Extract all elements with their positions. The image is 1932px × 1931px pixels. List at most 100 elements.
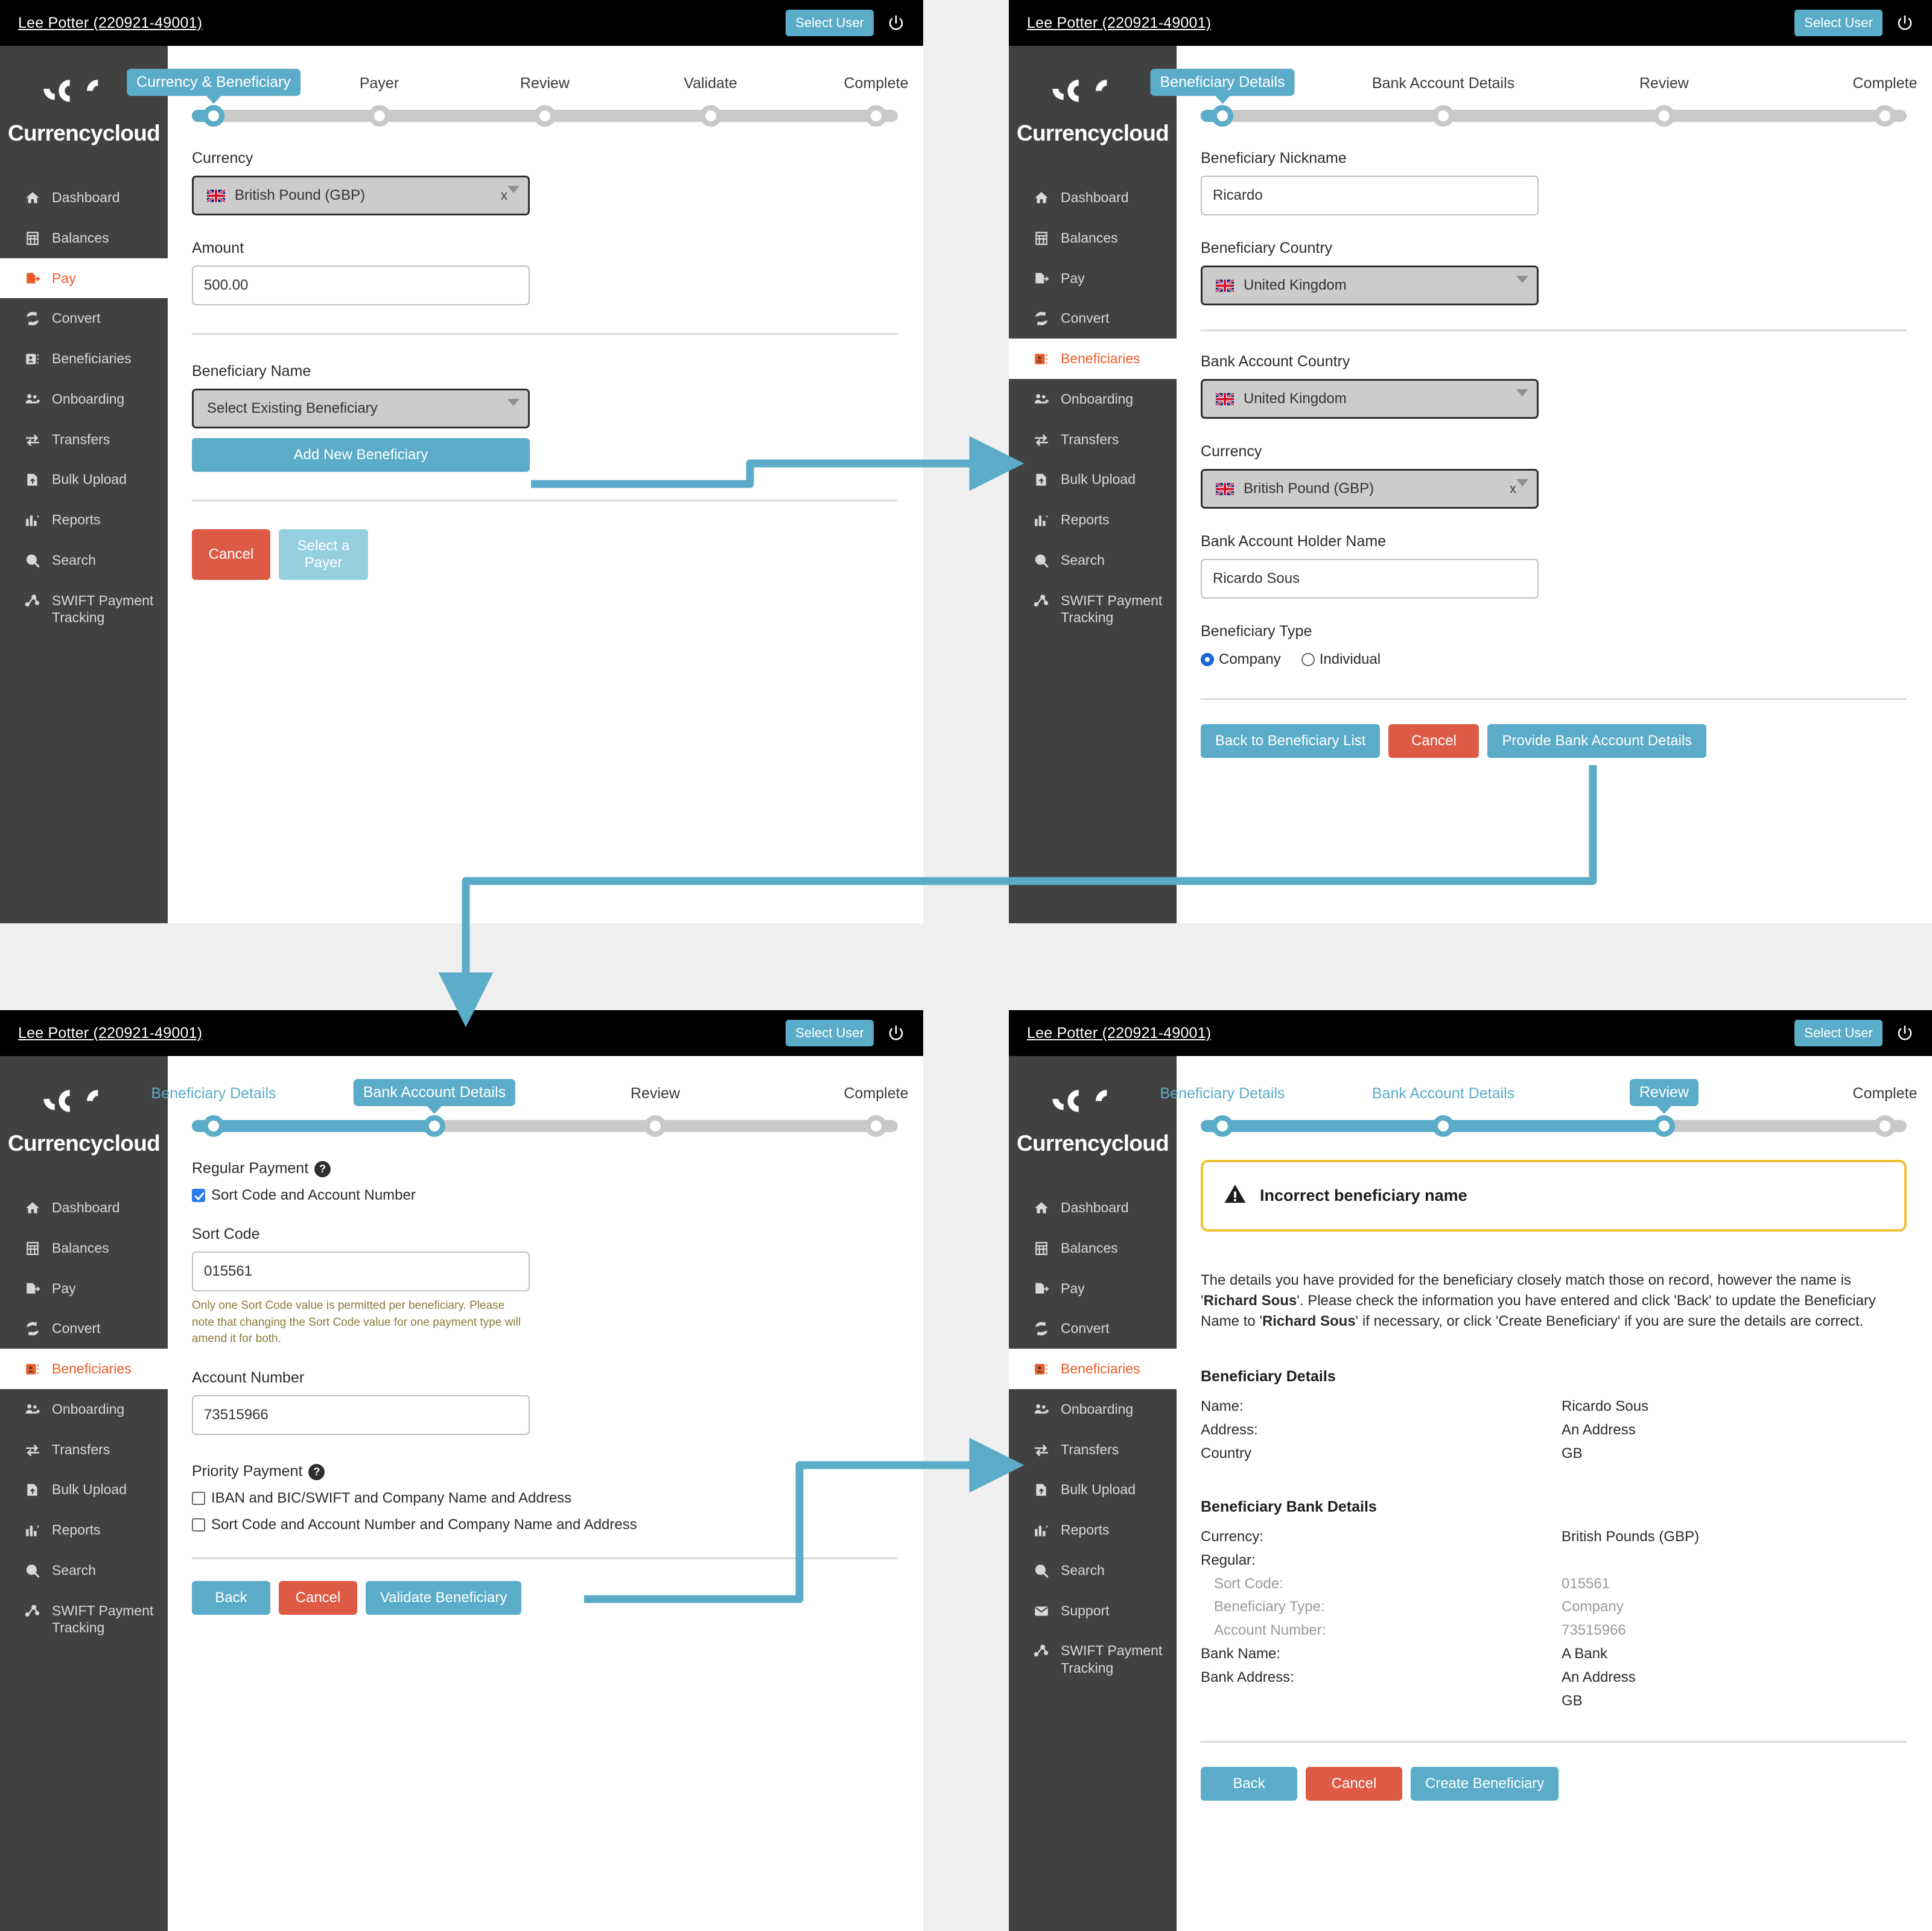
step-review[interactable]: Review xyxy=(1630,1079,1698,1106)
select-payer-button[interactable]: Select a Payer xyxy=(279,529,368,580)
step-knob[interactable] xyxy=(1653,1115,1675,1137)
radio-individual[interactable]: Individual xyxy=(1301,651,1381,668)
step-knob[interactable] xyxy=(1432,105,1454,127)
sidebar-item-beneficiaries[interactable]: Beneficiaries xyxy=(0,339,168,379)
sidebar-item-pay[interactable]: Pay xyxy=(1009,1268,1177,1309)
step-knob[interactable] xyxy=(865,1115,887,1137)
user-account-link[interactable]: Lee Potter (220921-49001) xyxy=(1027,14,1211,32)
sidebar-item-transfers[interactable]: Transfers xyxy=(0,419,168,460)
step-review[interactable]: Review xyxy=(520,75,570,92)
radio-individual-input[interactable] xyxy=(1301,653,1315,666)
bank-account-holder-input[interactable]: Ricardo Sous xyxy=(1201,559,1539,599)
sidebar-item-onboarding[interactable]: Onboarding xyxy=(1009,1389,1177,1430)
step-knob[interactable] xyxy=(699,105,722,127)
step-validate[interactable]: Validate xyxy=(684,75,737,92)
step-review[interactable]: Review xyxy=(631,1085,680,1102)
sidebar-item-search[interactable]: Search xyxy=(0,540,168,581)
sidebar-item-transfers[interactable]: Transfers xyxy=(0,1430,168,1470)
sort-code-account-number-checkbox[interactable] xyxy=(192,1189,205,1202)
sidebar-item-reports[interactable]: Reports xyxy=(1009,1510,1177,1550)
back-button[interactable]: Back xyxy=(192,1580,270,1615)
nickname-input[interactable]: Ricardo xyxy=(1201,176,1539,215)
step-knob[interactable] xyxy=(203,1115,224,1137)
sidebar-item-beneficiaries[interactable]: Beneficiaries xyxy=(1009,339,1177,379)
sidebar-item-search[interactable]: Search xyxy=(1009,540,1177,581)
sidebar-item-reports[interactable]: Reports xyxy=(1009,500,1177,540)
sidebar-item-dashboard[interactable]: Dashboard xyxy=(1009,1188,1177,1228)
bank-account-country-select[interactable]: United Kingdom xyxy=(1201,379,1539,419)
select-user-button[interactable]: Select User xyxy=(1794,1020,1883,1046)
cancel-button[interactable]: Cancel xyxy=(279,1580,357,1615)
sidebar-item-beneficiaries[interactable]: Beneficiaries xyxy=(1009,1349,1177,1389)
sidebar-item-search[interactable]: Search xyxy=(1009,1550,1177,1591)
sidebar-item-swift-payment-tracking[interactable]: SWIFT Payment Tracking xyxy=(0,581,168,638)
radio-company-input[interactable] xyxy=(1201,653,1214,666)
sidebar-item-dashboard[interactable]: Dashboard xyxy=(0,177,168,218)
iban-bic-swift-checkbox[interactable] xyxy=(192,1491,205,1505)
sidebar-item-reports[interactable]: Reports xyxy=(0,500,168,540)
step-bank-account-details[interactable]: Bank Account Details xyxy=(1372,75,1514,92)
step-knob[interactable] xyxy=(534,105,556,127)
step-knob[interactable] xyxy=(203,105,224,127)
sidebar-item-pay[interactable]: Pay xyxy=(0,1268,168,1309)
sidebar-item-search[interactable]: Search xyxy=(0,1550,168,1591)
currency-select[interactable]: British Pound (GBP) x xyxy=(1201,469,1539,509)
sidebar-item-support[interactable]: Support xyxy=(1009,1591,1177,1631)
select-user-button[interactable]: Select User xyxy=(786,10,874,36)
step-knob[interactable] xyxy=(1212,1115,1233,1137)
sidebar-item-balances[interactable]: Balances xyxy=(1009,1228,1177,1268)
step-knob[interactable] xyxy=(1212,105,1233,127)
step-currency-beneficiary[interactable]: Currency & Beneficiary xyxy=(127,69,300,96)
step-knob[interactable] xyxy=(644,1115,666,1137)
sort-code-input[interactable]: 015561 xyxy=(192,1252,530,1291)
sidebar-item-convert[interactable]: Convert xyxy=(1009,1308,1177,1349)
sidebar-item-bulk-upload[interactable]: Bulk Upload xyxy=(0,459,168,500)
help-icon[interactable]: ? xyxy=(308,1463,325,1480)
step-beneficiary-details[interactable]: Beneficiary Details xyxy=(151,1085,276,1102)
step-knob[interactable] xyxy=(1653,105,1675,127)
step-knob[interactable] xyxy=(1874,1115,1896,1137)
sidebar-item-balances[interactable]: Balances xyxy=(0,218,168,258)
sidebar-item-balances[interactable]: Balances xyxy=(0,1228,168,1268)
validate-beneficiary-button[interactable]: Validate Beneficiary xyxy=(366,1580,522,1615)
user-account-link[interactable]: Lee Potter (220921-49001) xyxy=(18,14,202,32)
power-icon[interactable] xyxy=(1896,14,1914,32)
sidebar-item-onboarding[interactable]: Onboarding xyxy=(0,379,168,419)
step-bank-account-details[interactable]: Bank Account Details xyxy=(353,1079,516,1106)
step-complete[interactable]: Complete xyxy=(844,1085,909,1102)
sidebar-item-pay[interactable]: Pay xyxy=(0,258,168,299)
back-to-beneficiary-list-button[interactable]: Back to Beneficiary List xyxy=(1201,724,1381,758)
step-knob[interactable] xyxy=(1874,105,1896,127)
sidebar-item-swift-payment-tracking[interactable]: SWIFT Payment Tracking xyxy=(0,1591,168,1649)
step-bank-account-details[interactable]: Bank Account Details xyxy=(1372,1085,1514,1102)
sidebar-item-reports[interactable]: Reports xyxy=(0,1510,168,1550)
sidebar-item-dashboard[interactable]: Dashboard xyxy=(0,1188,168,1228)
power-icon[interactable] xyxy=(887,1024,905,1042)
step-payer[interactable]: Payer xyxy=(360,75,399,92)
currency-select[interactable]: British Pound (GBP) x xyxy=(192,176,530,215)
user-account-link[interactable]: Lee Potter (220921-49001) xyxy=(18,1025,202,1042)
sidebar-item-transfers[interactable]: Transfers xyxy=(1009,419,1177,460)
step-knob[interactable] xyxy=(368,105,390,127)
step-knob[interactable] xyxy=(424,1115,445,1137)
step-beneficiary-details[interactable]: Beneficiary Details xyxy=(1150,69,1295,96)
help-icon[interactable]: ? xyxy=(314,1160,331,1177)
sidebar-item-beneficiaries[interactable]: Beneficiaries xyxy=(0,1349,168,1389)
amount-input[interactable]: 500.00 xyxy=(192,266,530,305)
radio-company[interactable]: Company xyxy=(1201,651,1281,668)
sidebar-item-swift-payment-tracking[interactable]: SWIFT Payment Tracking xyxy=(1009,1630,1177,1688)
sidebar-item-bulk-upload[interactable]: Bulk Upload xyxy=(1009,459,1177,500)
sidebar-item-balances[interactable]: Balances xyxy=(1009,218,1177,258)
priority-option-2-row[interactable]: Sort Code and Account Number and Company… xyxy=(192,1516,899,1533)
sort-code-company-checkbox[interactable] xyxy=(192,1518,205,1532)
add-new-beneficiary-button[interactable]: Add New Beneficiary xyxy=(192,438,530,472)
cancel-button[interactable]: Cancel xyxy=(1306,1766,1402,1801)
provide-bank-account-details-button[interactable]: Provide Bank Account Details xyxy=(1487,724,1707,758)
sidebar-item-bulk-upload[interactable]: Bulk Upload xyxy=(1009,1469,1177,1510)
sidebar-item-onboarding[interactable]: Onboarding xyxy=(0,1389,168,1430)
sidebar-item-dashboard[interactable]: Dashboard xyxy=(1009,177,1177,218)
power-icon[interactable] xyxy=(1896,1024,1914,1042)
regular-payment-checkbox-row[interactable]: Sort Code and Account Number xyxy=(192,1187,899,1204)
sidebar-item-convert[interactable]: Convert xyxy=(0,1308,168,1349)
step-knob[interactable] xyxy=(865,105,887,127)
